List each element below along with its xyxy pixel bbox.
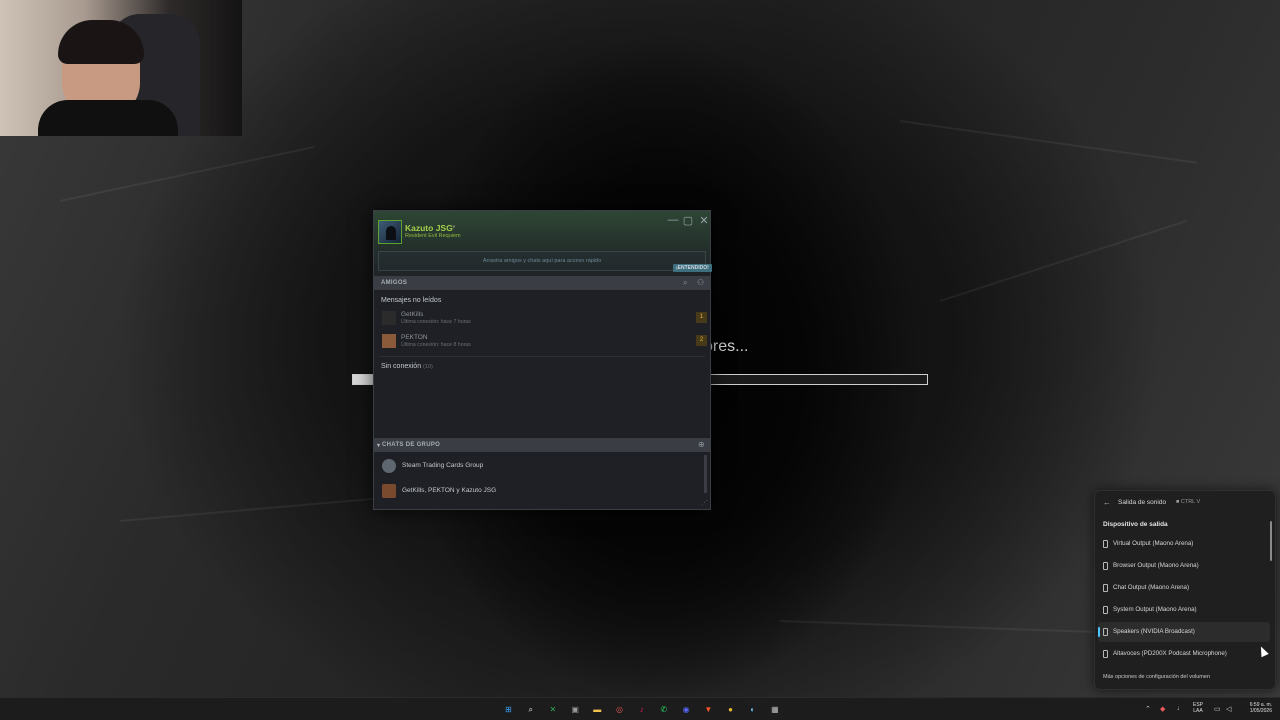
pin-drop-area[interactable]: Arrastra amigos y chats aquí para acceso… — [378, 251, 706, 271]
speaker-device-icon — [1103, 650, 1108, 658]
avatar-figure — [386, 226, 396, 240]
friend-status: Última conexión: hace 8 horas — [401, 342, 471, 348]
volume-icon[interactable]: ◁ — [1226, 705, 1231, 713]
device-list-scrollbar[interactable] — [1270, 521, 1272, 561]
speaker-device-icon — [1103, 562, 1108, 570]
speaker-device-icon — [1103, 584, 1108, 592]
xbox-icon[interactable]: ✕ — [546, 703, 559, 716]
group-chat-name: GetKills, PEKTON y Kazuto JSG — [402, 487, 497, 494]
background-streak — [939, 219, 1188, 302]
microphone-icon[interactable]: ♩ — [1177, 705, 1184, 712]
sound-output-title: Salida de sonido — [1118, 499, 1167, 506]
search-icon[interactable]: ⌕ — [683, 278, 687, 288]
resize-grip-icon[interactable]: ⋰ — [701, 499, 708, 507]
friends-section-header[interactable]: AMIGOS ⌕ ⚇ — [374, 276, 710, 290]
clock-date: 1/05/2026 — [1249, 708, 1272, 714]
friend-avatar — [382, 311, 396, 325]
group-chat-row[interactable]: Steam Trading Cards Group — [374, 456, 710, 478]
keyboard-shortcut-hint: ■ CTRL V — [1176, 499, 1201, 505]
whatsapp-icon[interactable]: ✆ — [657, 703, 670, 716]
app-icon[interactable]: ◎ — [613, 703, 626, 716]
show-hidden-icons-icon[interactable]: ⌃ — [1145, 705, 1151, 713]
network-icon[interactable]: ▭ — [1214, 705, 1221, 713]
speaker-device-icon — [1103, 540, 1108, 548]
back-arrow-icon[interactable]: ← — [1103, 498, 1111, 507]
friend-name: GetKills — [401, 311, 424, 318]
unread-count-badge: 2 — [696, 335, 707, 346]
unread-messages-header[interactable]: Mensajes no leídos — [381, 297, 441, 304]
status-dropdown-icon[interactable]: ▾ — [452, 223, 456, 231]
group-avatar — [382, 484, 396, 498]
background-streak — [59, 145, 315, 202]
output-device-option-selected[interactable]: Speakers (NVIDIA Broadcast) — [1098, 622, 1270, 642]
friend-status: Última conexión: hace 7 horas — [401, 319, 471, 325]
offline-count: (10) — [423, 364, 433, 370]
unread-count-badge: 1 — [696, 312, 707, 323]
start-icon[interactable]: ⊞ — [502, 703, 515, 716]
group-chats-section-header[interactable]: ▾ CHATS DE GRUPO ⊕ — [374, 438, 710, 452]
output-device-label: Chat Output (Maono Arena) — [1113, 584, 1190, 591]
friend-row[interactable]: PEKTON Última conexión: hace 8 horas 2 — [374, 331, 710, 353]
maximize-icon[interactable]: ▢ — [681, 214, 695, 227]
background-streak — [779, 620, 1100, 634]
add-friend-icon[interactable]: ⚇ — [697, 278, 704, 287]
pin-hint: Arrastra amigos y chats aquí para acceso… — [482, 258, 602, 264]
shortcut-text: CTRL V — [1180, 499, 1201, 505]
group-chats-caret-icon: ▾ — [377, 443, 381, 449]
understood-button[interactable]: ¡ENTENDIDO! — [673, 264, 712, 272]
group-avatar — [382, 459, 396, 473]
offline-header[interactable]: Sin conexión (10) — [381, 363, 433, 370]
speaker-device-icon — [1103, 628, 1108, 636]
user-name[interactable]: Kazuto JSG — [405, 223, 453, 233]
search-icon[interactable]: ⌕ — [524, 703, 537, 716]
group-chat-row[interactable]: GetKills, PEKTON y Kazuto JSG — [374, 481, 710, 503]
tiktok-icon[interactable]: ♪ — [635, 703, 648, 716]
friends-section-label: AMIGOS — [381, 280, 408, 286]
group-chats-scrollbar[interactable] — [704, 455, 707, 493]
steam-icon[interactable]: ◐ — [746, 703, 759, 716]
tray-app-icon[interactable]: ◆ — [1160, 705, 1165, 713]
file-explorer-icon[interactable]: ▬ — [591, 703, 604, 716]
taskbar: ⊞ ⌕ ✕ ▣ ▬ ◎ ♪ ✆ ◉ ▼ ● ◐ ▦ ⌃ ◆ ♩ ESP LAA ▭ ◁ 6:59 a. … — [0, 697, 1280, 720]
app-extra-icon[interactable]: ▦ — [768, 703, 781, 716]
system-clock[interactable]: 6:59 a. m. 1/05/2026 — [1238, 702, 1272, 714]
output-device-option[interactable]: System Output (Maono Arena) — [1098, 600, 1270, 620]
output-device-label: System Output (Maono Arena) — [1113, 606, 1197, 613]
chrome-icon[interactable]: ● — [724, 703, 737, 716]
more-volume-settings-link[interactable]: Más opciones de configuración del volume… — [1103, 674, 1210, 680]
group-chats-label: CHATS DE GRUPO — [382, 442, 441, 448]
friend-avatar — [382, 334, 396, 348]
output-device-label: Speakers (NVIDIA Broadcast) — [1113, 628, 1195, 635]
friend-name: PEKTON — [401, 334, 428, 341]
output-device-option[interactable]: Chat Output (Maono Arena) — [1098, 578, 1270, 598]
close-icon[interactable]: ✕ — [697, 214, 711, 227]
output-device-option[interactable]: Browser Output (Maono Arena) — [1098, 556, 1270, 576]
media-icon[interactable]: ▣ — [569, 703, 582, 716]
output-device-option[interactable]: Altavoces (PD200X Podcast Microphone) — [1098, 644, 1270, 664]
output-device-label: Altavoces (PD200X Podcast Microphone) — [1113, 650, 1227, 657]
group-chat-name: Steam Trading Cards Group — [402, 462, 484, 469]
sound-output-flyout: ← Salida de sonido ■ CTRL V Dispositivo … — [1094, 490, 1276, 690]
user-current-game: Resident Evil Requiem — [405, 233, 461, 239]
offline-header-label: Sin conexión — [381, 363, 422, 370]
webcam-overlay — [0, 0, 242, 136]
divider — [379, 356, 705, 357]
steam-friends-window: — ▢ ✕ Kazuto JSG ▾ Resident Evil Requiem… — [373, 210, 712, 510]
webcam-shirt — [38, 100, 178, 136]
keyboard-layout: LAA — [1193, 708, 1203, 714]
steam-header: — ▢ ✕ Kazuto JSG ▾ Resident Evil Requiem… — [374, 211, 712, 277]
add-group-chat-icon[interactable]: ⊕ — [698, 440, 705, 449]
brave-icon[interactable]: ▼ — [702, 703, 715, 716]
input-language-indicator[interactable]: ESP LAA — [1193, 702, 1203, 714]
minimize-icon[interactable]: — — [666, 214, 680, 226]
output-device-label: Virtual Output (Maono Arena) — [1113, 540, 1194, 547]
output-device-option[interactable]: Virtual Output (Maono Arena) — [1098, 534, 1270, 554]
output-device-heading: Dispositivo de salida — [1103, 521, 1168, 528]
background-streak — [899, 120, 1198, 164]
output-device-label: Browser Output (Maono Arena) — [1113, 562, 1199, 569]
friend-row[interactable]: GetKills Última conexión: hace 7 horas 1 — [374, 308, 710, 330]
speaker-device-icon — [1103, 606, 1108, 614]
discord-icon[interactable]: ◉ — [680, 703, 693, 716]
user-avatar[interactable] — [378, 220, 402, 244]
